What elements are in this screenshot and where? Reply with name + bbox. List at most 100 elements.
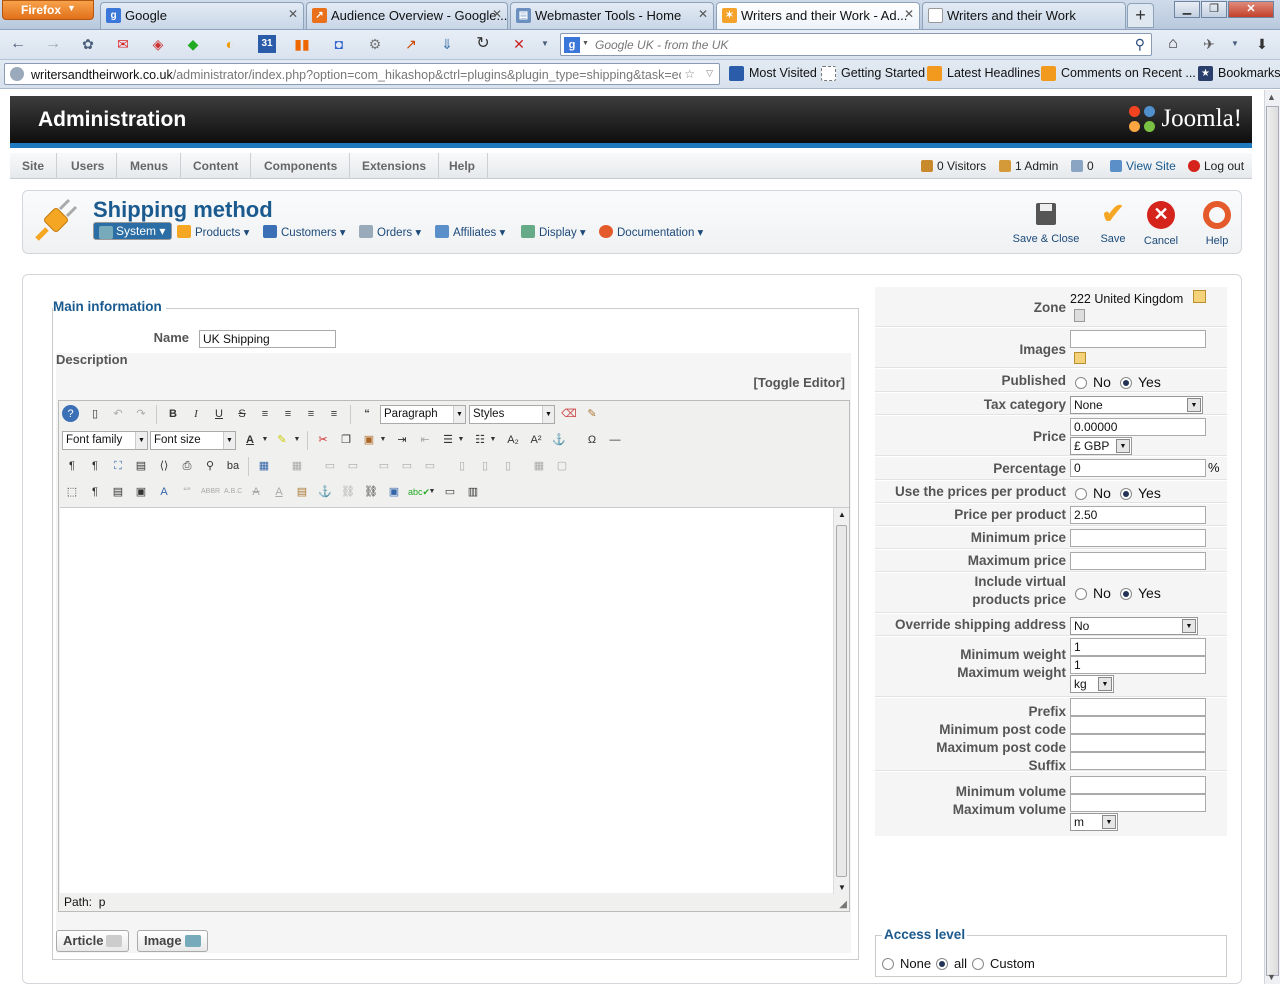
chevron-down-icon[interactable]: ▼: [488, 430, 498, 450]
indent-icon[interactable]: ⇥: [392, 430, 412, 450]
merge-cells-icon[interactable]: ▢: [552, 456, 572, 476]
layer-icon[interactable]: ▣: [131, 482, 151, 502]
blockquote-icon[interactable]: “: [357, 404, 377, 424]
home-icon[interactable]: ⌂: [1164, 35, 1182, 53]
cite-icon[interactable]: “”: [177, 482, 197, 502]
radio-none[interactable]: [882, 958, 894, 970]
hika-menu-products[interactable]: Products ▾: [177, 222, 249, 242]
scroll-thumb[interactable]: [836, 525, 847, 877]
access-none[interactable]: None: [882, 956, 931, 971]
omega-icon[interactable]: Ω: [582, 430, 602, 450]
delete-table-icon[interactable]: ▦: [287, 456, 307, 476]
print-icon[interactable]: ⎙: [177, 456, 197, 476]
override-select[interactable]: No ▼: [1070, 617, 1198, 635]
cut-icon[interactable]: ✂: [313, 430, 333, 450]
use-prices-no[interactable]: No: [1075, 485, 1111, 501]
chevron-down-icon[interactable]: ▼: [1226, 35, 1244, 53]
text-color-icon[interactable]: A: [240, 430, 260, 450]
strikethrough-icon[interactable]: S: [232, 404, 252, 424]
copy-icon[interactable]: ❐: [336, 430, 356, 450]
eraser-icon[interactable]: ⌫: [559, 404, 579, 424]
max-post-input[interactable]: [1070, 734, 1206, 752]
browser-tab[interactable]: ↗ Audience Overview - Google... ✕: [306, 2, 508, 29]
photos-icon[interactable]: ◐: [221, 35, 239, 53]
anchor-icon[interactable]: ⚓: [315, 482, 335, 502]
bookmark-tool-icon[interactable]: ◘: [330, 35, 348, 53]
attributes-icon[interactable]: ▤: [292, 482, 312, 502]
close-icon[interactable]: ✕: [698, 7, 708, 21]
addon-icon[interactable]: ✈: [1200, 35, 1218, 53]
browser-tab[interactable]: Writers and their Work: [922, 2, 1126, 29]
readmore-icon[interactable]: ▥: [463, 482, 483, 502]
align-justify-icon[interactable]: ≡: [255, 404, 275, 424]
hika-menu-affiliates[interactable]: Affiliates ▾: [435, 222, 505, 242]
delete-row-icon[interactable]: ▭: [420, 456, 440, 476]
menu-menus[interactable]: Menus: [118, 153, 182, 179]
prefix-input[interactable]: [1070, 698, 1206, 716]
bullet-list-icon[interactable]: ☷: [470, 430, 490, 450]
use-prices-yes[interactable]: Yes: [1120, 485, 1161, 501]
max-volume-input[interactable]: [1070, 794, 1206, 812]
bookmarks-menu[interactable]: ★ Bookmarks: [1198, 66, 1280, 81]
chevron-down-icon[interactable]: ▼: [456, 430, 466, 450]
download-icon[interactable]: ⬇: [1253, 35, 1271, 53]
del-icon[interactable]: A: [246, 482, 266, 502]
published-no[interactable]: No: [1075, 374, 1111, 390]
radio-no[interactable]: [1075, 488, 1087, 500]
scroll-down-icon[interactable]: ▼: [838, 883, 846, 892]
access-custom[interactable]: Custom: [972, 956, 1035, 971]
menu-users[interactable]: Users: [59, 153, 118, 179]
chevron-down-icon[interactable]: ▼: [427, 482, 437, 502]
visual-aid-icon[interactable]: ⬚: [62, 482, 82, 502]
chevron-down-icon[interactable]: ▼: [292, 430, 302, 450]
bookmark-most-visited[interactable]: Most Visited: [729, 66, 817, 81]
radio-no[interactable]: [1075, 588, 1087, 600]
menu-site[interactable]: Site: [10, 153, 58, 179]
radio-no[interactable]: [1075, 377, 1087, 389]
chevron-down-icon[interactable]: ▽: [706, 68, 713, 79]
insert-col-before-icon[interactable]: ▯: [452, 456, 472, 476]
tax-select[interactable]: None ▼: [1070, 396, 1203, 414]
hika-menu-orders[interactable]: Orders ▾: [359, 222, 421, 242]
gear-icon[interactable]: ⚙: [366, 35, 384, 53]
forward-icon[interactable]: →: [44, 35, 62, 53]
radio-yes[interactable]: [1120, 488, 1132, 500]
help-button[interactable]: Help: [1199, 201, 1235, 247]
back-icon[interactable]: ←: [9, 35, 27, 53]
url-field[interactable]: writersandtheirwork.co.uk/administrator/…: [4, 63, 720, 85]
price-per-product-input[interactable]: 2.50: [1070, 506, 1206, 524]
images-input[interactable]: [1070, 330, 1206, 348]
name-input[interactable]: UK Shipping: [199, 330, 336, 348]
ins-icon[interactable]: A: [269, 482, 289, 502]
cleanup-brush-icon[interactable]: ✎: [582, 404, 602, 424]
align-center-icon[interactable]: ≡: [278, 404, 298, 424]
ordered-list-icon[interactable]: ☰: [438, 430, 458, 450]
menu-content[interactable]: Content: [181, 153, 252, 179]
new-document-icon[interactable]: ▯: [85, 404, 105, 424]
browser-tab[interactable]: ▤ Webmaster Tools - Home ✕: [510, 2, 714, 29]
gmail-icon[interactable]: ✉: [114, 35, 132, 53]
messages-count[interactable]: 0: [1071, 159, 1094, 173]
radio-yes[interactable]: [1120, 377, 1132, 389]
access-all[interactable]: all: [936, 956, 967, 971]
bookmark-getting-started[interactable]: Getting Started: [821, 66, 925, 81]
styles-select[interactable]: Styles ▼: [469, 405, 555, 424]
ltr-icon[interactable]: ¶: [62, 456, 82, 476]
analytics-bar-icon[interactable]: ▮▮: [293, 35, 311, 53]
toggle-editor-link[interactable]: [Toggle Editor]: [754, 375, 845, 390]
include-virtual-yes[interactable]: Yes: [1120, 585, 1161, 601]
save-close-button[interactable]: Save & Close: [1011, 201, 1081, 245]
search-field[interactable]: g ▼ Google UK - from the UK ⚲: [560, 33, 1152, 56]
show-blocks-icon[interactable]: ¶: [85, 482, 105, 502]
font-family-select[interactable]: Font family ▼: [62, 431, 148, 450]
menu-extensions[interactable]: Extensions: [350, 153, 440, 179]
menu-components[interactable]: Components: [252, 153, 351, 179]
close-icon[interactable]: ✕: [904, 7, 914, 21]
split-cells-icon[interactable]: ▦: [529, 456, 549, 476]
chevron-down-icon[interactable]: ▼: [378, 430, 388, 450]
restore-button[interactable]: ❐: [1201, 1, 1227, 18]
code-icon[interactable]: ⟨⟩: [154, 456, 174, 476]
include-virtual-no[interactable]: No: [1075, 585, 1111, 601]
weight-unit-select[interactable]: kg ▼: [1070, 675, 1114, 693]
max-weight-input[interactable]: 1: [1070, 656, 1206, 674]
